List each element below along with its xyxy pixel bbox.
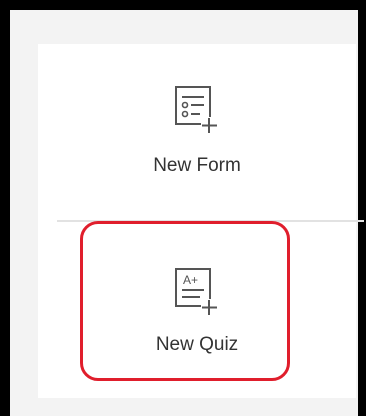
new-form-button[interactable]: New Form	[38, 44, 356, 220]
new-form-label: New Form	[153, 155, 241, 176]
new-quiz-highlight	[80, 221, 290, 381]
form-add-icon	[175, 86, 219, 139]
